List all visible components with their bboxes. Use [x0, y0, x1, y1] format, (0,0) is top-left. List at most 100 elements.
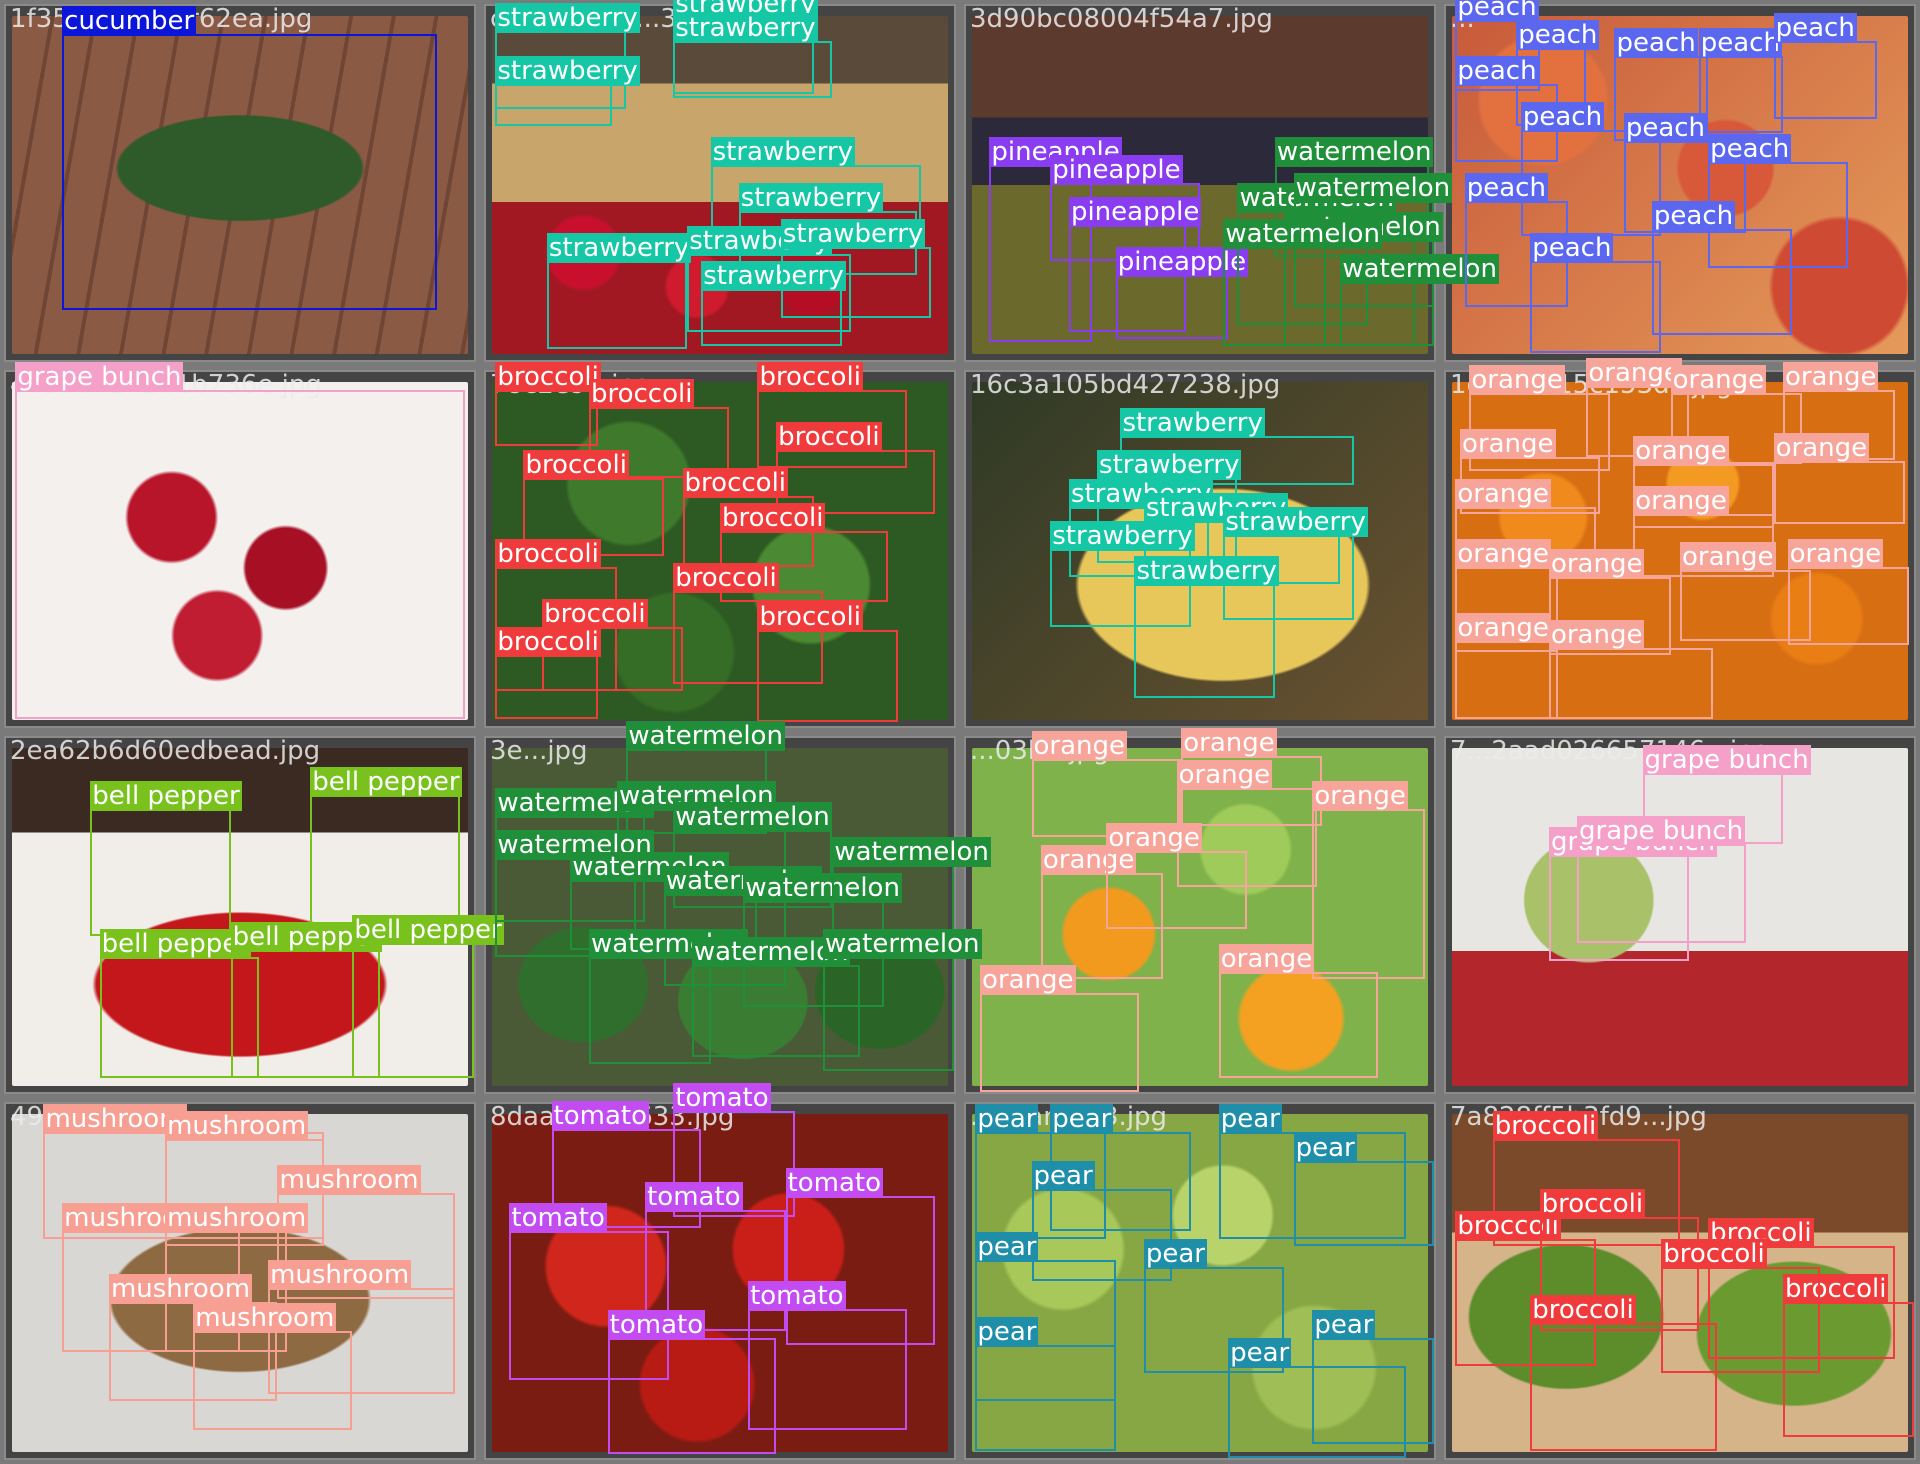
bounding-box: cucumber — [62, 6, 437, 311]
detection-label: tomato — [607, 1309, 706, 1340]
detection-label: tomato — [748, 1281, 846, 1312]
detection-label: watermelon — [1274, 137, 1434, 168]
bounding-box: peach — [1698, 27, 1783, 134]
image-tile: 7a828ff5b3fd9...jpgbroccolibroccolibrocc… — [1444, 1102, 1916, 1460]
bounding-box: strawberry — [780, 218, 931, 318]
bounding-box: orange — [1455, 613, 1559, 719]
bounding-box: orange — [1773, 432, 1905, 525]
bounding-box: peach — [1773, 13, 1877, 120]
detection-label: watermelon — [673, 802, 832, 833]
bounding-box: orange — [1106, 823, 1247, 930]
detection-label: grape bunch — [1577, 816, 1746, 847]
detection-label: orange — [1469, 365, 1565, 396]
detection-label: strawberry — [546, 232, 692, 263]
bounding-box: bell pepper — [310, 766, 462, 930]
detection-label: peach — [1773, 13, 1857, 44]
bounding-box: grape bunch — [1577, 816, 1746, 944]
detection-label: mushroom — [108, 1274, 253, 1305]
bounding-box: pineapple — [1115, 247, 1249, 339]
image-tile: 2ea62b6d60edbead.jpg bell pepper bell pepp… — [4, 736, 504, 1094]
detection-label: orange — [1586, 358, 1682, 389]
bounding-box: pear — [1293, 1132, 1434, 1246]
detection-label: orange — [1218, 943, 1315, 974]
bounding-box: bell pepper — [352, 915, 504, 1078]
bounding-box: orange — [1218, 943, 1378, 1078]
detection-label: bell pepper — [90, 780, 242, 811]
image-tile: 3d90bc08004f54a7.jpg pineapple pineapple pi… — [964, 4, 1499, 362]
detection-label: orange — [1633, 485, 1729, 516]
detection-label: pear — [1228, 1337, 1292, 1368]
bounding-box: watermelon — [1223, 218, 1382, 346]
image-tile: ...pear...f23.jpgpearpearpearpearpearpea… — [964, 1102, 1436, 1460]
detection-label: tomato — [509, 1203, 607, 1234]
detection-label: peach — [1623, 112, 1708, 143]
detection-label: orange — [1455, 613, 1551, 644]
image-tile: 1c793bf15c153dc.jpgorangeorangeorangeora… — [1444, 358, 1916, 728]
image-tile: ...peachpeachpeachpeachpeachpeachpeachpe… — [1444, 0, 1916, 362]
detection-label: pear — [975, 1231, 1039, 1262]
detection-label: grape bunch — [1642, 745, 1811, 776]
detection-label: broccoli — [720, 503, 826, 534]
bounding-box: grape bunch — [15, 361, 465, 719]
bounding-box: orange — [980, 964, 1140, 1092]
detection-label: watermelon — [626, 720, 785, 751]
detection-label: strawberry — [780, 218, 926, 249]
bounding-box: pear — [1228, 1337, 1406, 1458]
filename-label: 16c3a105bd427238.jpg — [970, 370, 1281, 400]
image-tile: 78c2e9...jpgbroccolibroccolibroccolibroc… — [484, 361, 956, 728]
detection-label: broccoli — [673, 563, 779, 594]
detection-label: strawberry — [710, 137, 856, 168]
detection-label: strawberry — [738, 183, 884, 214]
detection-label: bell pepper — [310, 766, 462, 797]
detection-label: orange — [980, 964, 1076, 995]
bounding-box: watermelon — [1340, 254, 1499, 346]
detection-label: broccoli — [495, 627, 601, 658]
detection-label: peach — [1520, 101, 1605, 132]
detection-label: pear — [975, 1316, 1039, 1347]
detection-label: orange — [1176, 759, 1273, 790]
mosaic-grid: 1f35cucumber62ea.jpgcucumberc41064a5a...… — [0, 0, 1920, 1464]
detection-label: pear — [1312, 1309, 1376, 1340]
detection-label: strawberry — [1223, 506, 1368, 537]
bounding-box: strawberry — [546, 232, 692, 350]
detection-label: tomato — [551, 1100, 649, 1131]
detection-label: mushroom — [268, 1260, 412, 1291]
image-tile: 1f35cucumber62ea.jpgcucumber — [4, 4, 476, 362]
bounding-box: bell pepper — [90, 780, 242, 937]
bounding-box: peach — [1651, 201, 1793, 336]
detection-label: orange — [1773, 432, 1870, 463]
detection-label: pear — [1218, 1104, 1282, 1135]
detection-label: mushroom — [193, 1302, 337, 1333]
detection-label: orange — [1106, 823, 1202, 854]
detection-label: orange — [1548, 549, 1645, 580]
detection-label: watermelon — [822, 929, 982, 960]
detection-label: peach — [1530, 232, 1614, 263]
detection-label: pineapple — [1050, 155, 1183, 185]
detection-label: peach — [1614, 27, 1698, 58]
bounding-box: orange — [1787, 538, 1910, 645]
detection-label: orange — [1787, 538, 1884, 569]
detection-label: strawberry — [495, 55, 640, 86]
detection-label: orange — [1548, 620, 1645, 651]
detection-label: orange — [1680, 542, 1776, 573]
detection-label: broccoli — [776, 421, 882, 452]
detection-label: strawberry — [1050, 521, 1195, 551]
bounding-box: watermelon — [822, 929, 982, 1071]
detection-label: pear — [1031, 1160, 1095, 1191]
detection-label: watermelon — [1293, 172, 1453, 203]
bounding-box: mushroom — [193, 1302, 353, 1430]
bounding-box: peach — [1530, 232, 1662, 353]
bounding-box: pear — [975, 1316, 1116, 1451]
detection-label: bell pepper — [352, 915, 504, 946]
detection-label: cucumber — [62, 6, 197, 37]
detection-label: broccoli — [495, 361, 601, 392]
filename-label: 2ea62b6d60edbead.jpg — [10, 736, 321, 766]
image-tile: 7...2aad026657146...jpg grape bunch grape … — [1444, 736, 1916, 1094]
bounding-box: strawberry — [495, 55, 640, 127]
detection-label: mushroom — [165, 1203, 309, 1234]
detection-label: pear — [1143, 1238, 1207, 1269]
detection-label: orange — [1460, 428, 1556, 459]
detection-label: bell pepper — [99, 929, 251, 960]
detection-label: pineapple — [1068, 197, 1202, 228]
bounding-box: broccoli — [495, 361, 601, 447]
